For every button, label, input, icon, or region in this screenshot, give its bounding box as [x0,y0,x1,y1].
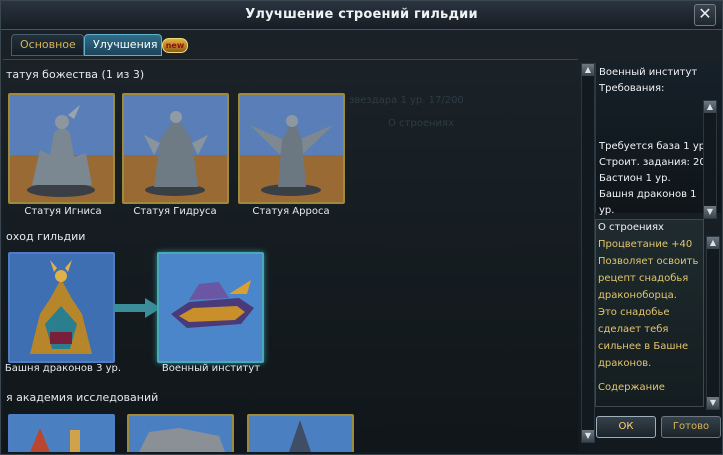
scroll-up-icon[interactable]: ▲ [704,101,716,113]
statue-ignis-image [10,95,113,202]
new-badge: new [162,38,188,53]
requirements-label: Требования: [599,83,665,94]
scroll-down-icon[interactable]: ▼ [582,430,594,442]
dragon-tower-card[interactable] [8,252,115,363]
academy-card-3[interactable] [247,414,354,452]
requirements-scrollbar[interactable]: ▲ ▼ [703,100,717,219]
ready-button[interactable]: Готово [661,416,721,438]
info-line: О строениях [598,222,664,233]
tab-upgrades[interactable]: Улучшения [84,34,162,56]
dragon-tower-label: Башня драконов 3 ур. [4,363,122,374]
tab-basic[interactable]: Основное [11,34,84,56]
military-institute-card[interactable] [157,252,264,363]
info-line: Содержание [598,382,665,393]
info-line: рецепт снадобья [598,273,689,284]
faded-text: О строениях [388,118,454,129]
window-title: Улучшение строений гильдии [245,7,478,22]
guild-upgrade-window: Улучшение строений гильдии ✕ Основное Ул… [0,0,723,455]
scroll-down-icon[interactable]: ▼ [704,206,716,218]
info-scrollbar[interactable]: ▲ ▼ [706,236,720,410]
section-title-academy: я академия исследований [6,391,159,404]
arrow-right-icon [113,298,161,318]
statue-ignis-label: Статуя Игниса [24,206,102,217]
req-base: Требуется база 1 ур. [599,141,709,152]
scroll-up-icon[interactable]: ▲ [707,237,719,249]
info-line: сделает тебя [598,324,669,335]
statue-hydrus-card[interactable] [122,93,229,204]
section-title-income: оход гильдии [6,230,86,243]
military-institute-label: Военный институт [161,363,261,374]
academy-image-3 [249,416,352,452]
info-line: драконов. [598,358,652,369]
req-bastion: Бастион 1 ур. [599,173,671,184]
statue-hydrus-label: Статуя Гидруса [133,206,217,217]
info-line: Это снадобье [598,307,670,318]
military-institute-image [159,254,262,361]
academy-image-1 [10,416,113,452]
list-scrollbar[interactable]: ▲ ▼ [581,63,595,443]
building-title: Военный институт [599,67,698,78]
info-line: драконоборца. [598,290,677,301]
statue-arros-label: Статуя Арроса [252,206,330,217]
statue-hydrus-image [124,95,227,202]
section-title-statues: татуя божества (1 из 3) [6,68,145,81]
ok-button[interactable]: ОК [596,416,656,438]
close-button[interactable]: ✕ [694,4,716,26]
req-tower: Башня драконов 1 [599,189,697,200]
dragon-tower-image [10,254,113,361]
scroll-down-icon[interactable]: ▼ [707,397,719,409]
statue-ignis-card[interactable] [8,93,115,204]
req-tower-cont: ур. [599,205,615,216]
info-line: Позволяет освоить [598,256,699,267]
scroll-up-icon[interactable]: ▲ [582,64,594,76]
statue-arros-card[interactable] [238,93,345,204]
academy-card-1[interactable] [8,414,115,452]
upgrade-list: татуя божества (1 из 3) ь звездара 1 ур.… [3,59,578,452]
statue-arros-image [240,95,343,202]
req-tasks: Строит. задания: 200 [599,157,713,168]
academy-image-2 [129,416,232,452]
faded-text: ь звездара 1 ур. 17/200 [340,95,464,106]
academy-card-2[interactable] [127,414,234,452]
info-line: Процветание +40 [598,239,693,250]
title-bar: Улучшение строений гильдии ✕ [1,1,722,30]
info-line: сильнее в Башне [598,341,689,352]
info-panel: О строениях Процветание +40 Позволяет ос… [595,219,704,407]
